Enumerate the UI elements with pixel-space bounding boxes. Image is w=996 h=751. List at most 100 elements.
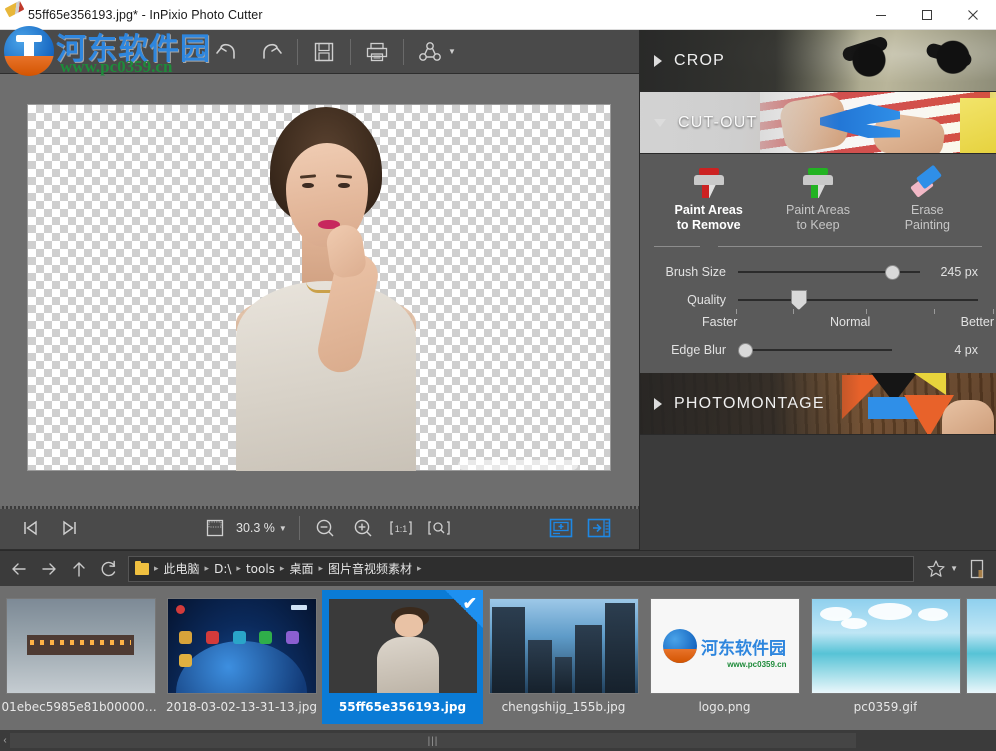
thumbnail-caption: pc0359.gif bbox=[853, 700, 918, 714]
tool-paint-areas-to-remove[interactable]: Paint Areas to Remove bbox=[658, 168, 760, 233]
export-buttons bbox=[542, 508, 640, 548]
eraser-icon bbox=[876, 164, 978, 198]
section-label-photomontage: PHOTOMONTAGE bbox=[674, 394, 825, 412]
maximize-button[interactable] bbox=[904, 0, 950, 30]
share-chevron-down-icon[interactable]: ▼ bbox=[448, 47, 456, 56]
application-window: 55ff65e356193.jpg* - InPixio Photo Cutte… bbox=[0, 0, 996, 751]
svg-text:1:1: 1:1 bbox=[395, 524, 408, 534]
actual-size-button[interactable]: 1:1 bbox=[382, 508, 420, 548]
thumbnail-image bbox=[488, 598, 639, 694]
thumbnail-caption: logo.png bbox=[698, 700, 751, 714]
app-pencil-icon bbox=[0, 0, 28, 30]
list-item[interactable]: chengshijg_155b.jpg bbox=[483, 590, 644, 724]
refresh-button[interactable] bbox=[94, 554, 124, 584]
artboard-transparent[interactable] bbox=[28, 105, 610, 471]
breadcrumb-item-2[interactable]: tools bbox=[242, 562, 279, 576]
redo-button[interactable] bbox=[249, 32, 293, 72]
tool-label-line2: to Keep bbox=[796, 218, 840, 232]
subject-photo bbox=[178, 105, 468, 471]
zoom-out-button[interactable] bbox=[306, 508, 344, 548]
breadcrumb-item-3[interactable]: 桌面 bbox=[285, 560, 317, 577]
zoom-in-button[interactable] bbox=[344, 508, 382, 548]
fit-image-button[interactable] bbox=[420, 508, 458, 548]
zoom-level-value: 30.3 % bbox=[236, 521, 275, 535]
scrollbar-grip: ||| bbox=[427, 736, 439, 747]
breadcrumb-item-4[interactable]: 图片音视频素材 bbox=[324, 560, 416, 577]
back-button[interactable] bbox=[4, 554, 34, 584]
brush-size-row: Brush Size 245 px bbox=[640, 257, 996, 281]
toolbar-separator bbox=[297, 38, 298, 65]
undo-button[interactable] bbox=[205, 32, 249, 72]
thumbnail-image bbox=[166, 598, 317, 694]
edge-blur-value: 4 px bbox=[954, 343, 978, 357]
first-image-button[interactable] bbox=[12, 508, 50, 548]
explorer-breadcrumb-bar: ▸ 此电脑 ▸ D:\ ▸ tools ▸ 桌面 ▸ 图片音视频素材 ▸ ▼ bbox=[0, 550, 996, 586]
export-image-button[interactable] bbox=[580, 508, 618, 548]
thumbnail-caption: 01ebec5985e81b00000021... bbox=[1, 700, 160, 714]
up-button[interactable] bbox=[64, 554, 94, 584]
print-button[interactable] bbox=[355, 32, 399, 72]
next-image-button[interactable] bbox=[50, 508, 88, 548]
list-item[interactable]: 01ebec5985e81b00000021... bbox=[0, 590, 161, 724]
save-image-button[interactable] bbox=[542, 508, 580, 548]
section-header-cutout[interactable]: CUT-OUT bbox=[640, 92, 996, 154]
main-toolbar: ▼ bbox=[0, 30, 640, 74]
brush-size-value: 245 px bbox=[940, 265, 978, 279]
logo-url: www.pc0359.cn bbox=[727, 660, 787, 669]
logo-text: 河东软件园 bbox=[701, 638, 786, 659]
favorites-star-icon[interactable] bbox=[920, 554, 952, 584]
horizontal-scrollbar[interactable]: ||| bbox=[10, 733, 856, 748]
breadcrumb-item-1[interactable]: D:\ bbox=[210, 562, 235, 576]
list-item[interactable]: 河东软件园 www.pc0359.cn logo.png bbox=[644, 590, 805, 724]
edge-blur-row: Edge Blur 4 px bbox=[640, 333, 996, 359]
tool-label-line2: to Remove bbox=[676, 218, 741, 232]
canvas-toolbar: 30.3 % ▼ 1:1 bbox=[0, 506, 640, 550]
forward-button[interactable] bbox=[34, 554, 64, 584]
tool-paint-areas-to-keep[interactable]: Paint Areas to Keep bbox=[767, 168, 869, 233]
folder-icon bbox=[135, 560, 149, 575]
quality-slider[interactable] bbox=[738, 290, 978, 310]
check-icon: ✔ bbox=[462, 594, 477, 613]
chevron-right-icon bbox=[654, 397, 662, 410]
red-marker-icon bbox=[658, 168, 760, 198]
favorites-chevron-down-icon[interactable]: ▼ bbox=[950, 564, 958, 573]
image-canvas[interactable] bbox=[0, 74, 640, 506]
edge-blur-slider[interactable] bbox=[738, 341, 920, 359]
save-button[interactable] bbox=[302, 32, 346, 72]
toolbar-separator bbox=[350, 38, 351, 65]
address-bar[interactable]: ▸ 此电脑 ▸ D:\ ▸ tools ▸ 桌面 ▸ 图片音视频素材 ▸ bbox=[128, 555, 915, 582]
quality-label-faster: Faster bbox=[702, 315, 738, 329]
quality-label: Quality bbox=[687, 293, 726, 307]
fit-to-window-button[interactable] bbox=[196, 508, 234, 548]
tool-erase-painting[interactable]: Erase Painting bbox=[876, 164, 978, 233]
section-label-cutout: CUT-OUT bbox=[678, 113, 758, 131]
thumbnail-image bbox=[5, 598, 156, 694]
breadcrumb-item-0[interactable]: 此电脑 bbox=[160, 560, 204, 577]
status-bar: ‹ ||| bbox=[0, 730, 996, 751]
file-thumbnail-strip[interactable]: 01ebec5985e81b00000021... 2018-03-02-13-… bbox=[0, 586, 996, 730]
thumbnail-image bbox=[966, 598, 996, 694]
list-item[interactable] bbox=[966, 590, 996, 724]
tool-label-line1: Paint Areas bbox=[674, 203, 743, 217]
chevron-right-icon bbox=[654, 54, 662, 67]
share-button[interactable] bbox=[408, 32, 452, 72]
brush-cursor bbox=[458, 460, 578, 470]
quality-scale-labels: Faster Normal Better bbox=[680, 315, 994, 333]
scroll-left-icon[interactable]: ‹ bbox=[0, 735, 10, 746]
minimize-button[interactable] bbox=[858, 0, 904, 30]
list-item[interactable]: pc0359.gif bbox=[805, 590, 966, 724]
thumbnail-image: 河东软件园 www.pc0359.cn bbox=[649, 598, 800, 694]
thumbnail-caption: chengshijg_155b.jpg bbox=[501, 700, 626, 714]
section-header-photomontage[interactable]: PHOTOMONTAGE bbox=[640, 373, 996, 435]
list-item[interactable]: 2018-03-02-13-31-13.jpg bbox=[161, 590, 322, 724]
preview-pane-icon[interactable] bbox=[962, 554, 992, 584]
list-item[interactable]: ✔ 55ff65e356193.jpg bbox=[322, 590, 483, 724]
close-button[interactable] bbox=[950, 0, 996, 30]
breadcrumb-separator: ▸ bbox=[417, 563, 422, 573]
brush-size-slider[interactable] bbox=[738, 263, 920, 281]
toolbar-separator bbox=[403, 38, 404, 65]
brush-size-label: Brush Size bbox=[665, 265, 726, 279]
tool-label-line1: Paint Areas bbox=[786, 203, 850, 217]
section-header-crop[interactable]: CROP bbox=[640, 30, 996, 92]
zoom-chevron-down-icon[interactable]: ▼ bbox=[279, 524, 287, 533]
